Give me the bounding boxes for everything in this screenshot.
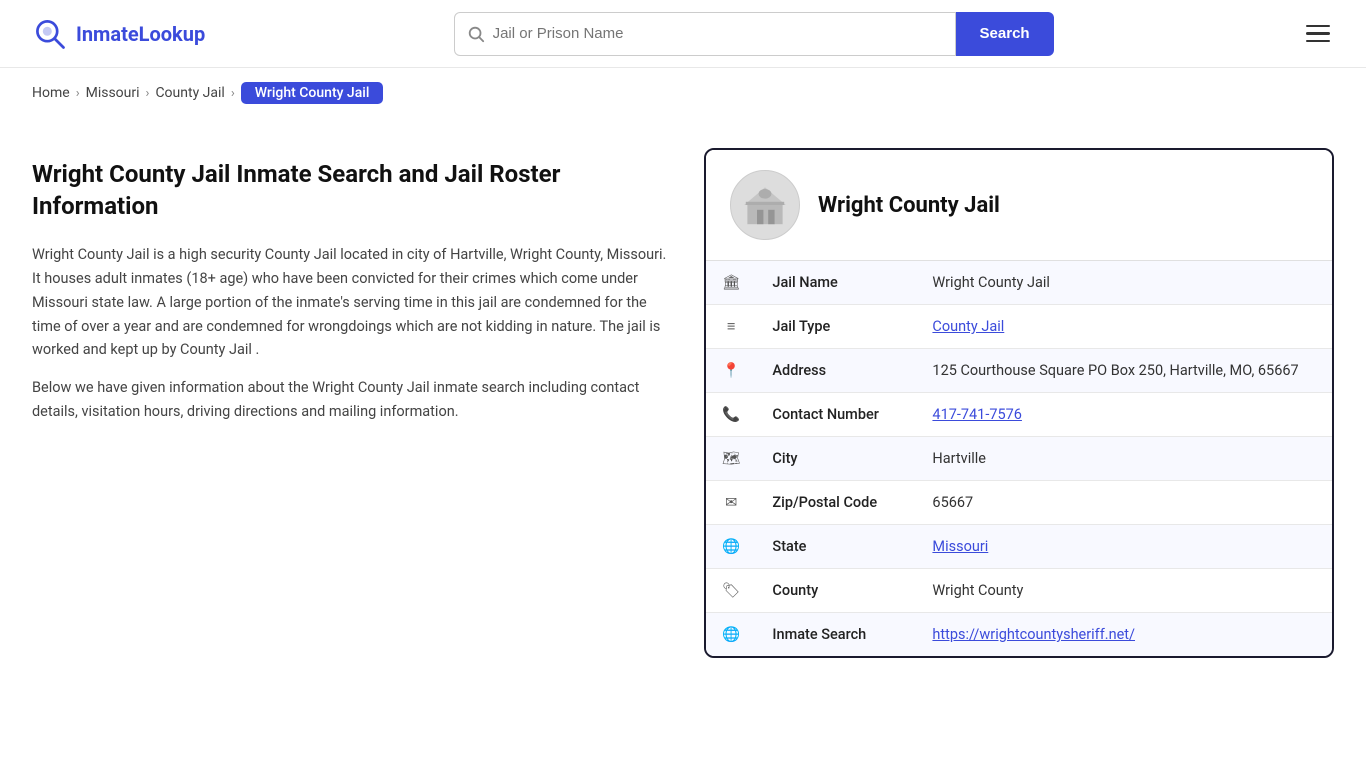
chevron-icon-2: › [146, 86, 150, 101]
card-title: Wright County Jail [818, 193, 1000, 218]
table-cell-value[interactable]: Missouri [916, 525, 1332, 569]
table-cell-link[interactable]: https://wrightcountysheriff.net/ [932, 626, 1135, 643]
table-cell-value[interactable]: 417-741-7576 [916, 393, 1332, 437]
breadcrumb-state[interactable]: Missouri [86, 85, 140, 101]
table-cell-value[interactable]: County Jail [916, 305, 1332, 349]
hamburger-line-3 [1306, 40, 1330, 43]
table-cell-value: Hartville [916, 437, 1332, 481]
table-row: 🌐Inmate Search https://wrightcountysherif… [706, 613, 1332, 657]
table-cell-link[interactable]: Missouri [932, 538, 988, 555]
search-input-wrap [454, 12, 956, 56]
table-row: 📍Address125 Courthouse Square PO Box 250… [706, 349, 1332, 393]
table-cell-label: County [756, 569, 916, 613]
globe-icon: 🌐 [706, 525, 756, 569]
table-cell-label: Address [756, 349, 916, 393]
description-paragraph-1: Wright County Jail is a high security Co… [32, 243, 672, 363]
table-cell-value[interactable]: https://wrightcountysheriff.net/ [916, 613, 1332, 657]
table-cell-link[interactable]: County Jail [932, 318, 1004, 335]
table-cell-label: Inmate Search [756, 613, 916, 657]
table-cell-label: City [756, 437, 916, 481]
table-cell-label: Zip/Postal Code [756, 481, 916, 525]
search-icon [467, 25, 485, 43]
menu-button[interactable] [1302, 21, 1334, 47]
table-row: 🗺CityHartville [706, 437, 1332, 481]
page-title: Wright County Jail Inmate Search and Jai… [32, 158, 672, 223]
chevron-icon-3: › [231, 86, 235, 101]
header: InmateLookup Search [0, 0, 1366, 68]
chevron-icon-1: › [76, 86, 80, 101]
county-icon: 🏷 [706, 569, 756, 613]
search-button[interactable]: Search [956, 12, 1054, 56]
logo-icon [32, 16, 68, 52]
table-cell-label: Jail Name [756, 261, 916, 305]
phone-icon: 📞 [706, 393, 756, 437]
card-header: Wright County Jail [706, 150, 1332, 261]
logo-link[interactable]: InmateLookup [32, 16, 205, 52]
table-cell-label: Jail Type [756, 305, 916, 349]
table-cell-link[interactable]: 417-741-7576 [932, 406, 1022, 423]
table-row: ≡Jail Type County Jail [706, 305, 1332, 349]
search-globe-icon: 🌐 [706, 613, 756, 657]
table-cell-value: 65667 [916, 481, 1332, 525]
breadcrumb-type[interactable]: County Jail [155, 85, 224, 101]
description-paragraph-2: Below we have given information about th… [32, 376, 672, 424]
jail-building-icon [741, 181, 789, 229]
search-input[interactable] [493, 25, 943, 42]
city-icon: 🗺 [706, 437, 756, 481]
main-content: Wright County Jail Inmate Search and Jai… [0, 118, 1366, 698]
table-cell-value: Wright County Jail [916, 261, 1332, 305]
table-row: ✉Zip/Postal Code65667 [706, 481, 1332, 525]
right-column: Wright County Jail 🏛Jail NameWright Coun… [704, 148, 1334, 658]
table-cell-value: Wright County [916, 569, 1332, 613]
list-icon: ≡ [706, 305, 756, 349]
table-row: 📞Contact Number 417-741-7576 [706, 393, 1332, 437]
table-cell-label: Contact Number [756, 393, 916, 437]
jail-icon: 🏛 [706, 261, 756, 305]
hamburger-line-2 [1306, 32, 1330, 35]
info-card: Wright County Jail 🏛Jail NameWright Coun… [704, 148, 1334, 658]
logo-text: InmateLookup [76, 22, 205, 46]
left-column: Wright County Jail Inmate Search and Jai… [32, 148, 672, 658]
breadcrumb: Home › Missouri › County Jail › Wright C… [0, 68, 1366, 118]
search-bar: Search [454, 12, 1054, 56]
mail-icon: ✉ [706, 481, 756, 525]
table-row: 🏷CountyWright County [706, 569, 1332, 613]
breadcrumb-current: Wright County Jail [241, 82, 384, 104]
table-row: 🏛Jail NameWright County Jail [706, 261, 1332, 305]
breadcrumb-home[interactable]: Home [32, 85, 70, 101]
jail-image [730, 170, 800, 240]
table-row: 🌐State Missouri [706, 525, 1332, 569]
info-table: 🏛Jail NameWright County Jail≡Jail TypeCo… [706, 261, 1332, 656]
hamburger-line-1 [1306, 25, 1330, 28]
pin-icon: 📍 [706, 349, 756, 393]
table-cell-label: State [756, 525, 916, 569]
table-cell-value: 125 Courthouse Square PO Box 250, Hartvi… [916, 349, 1332, 393]
